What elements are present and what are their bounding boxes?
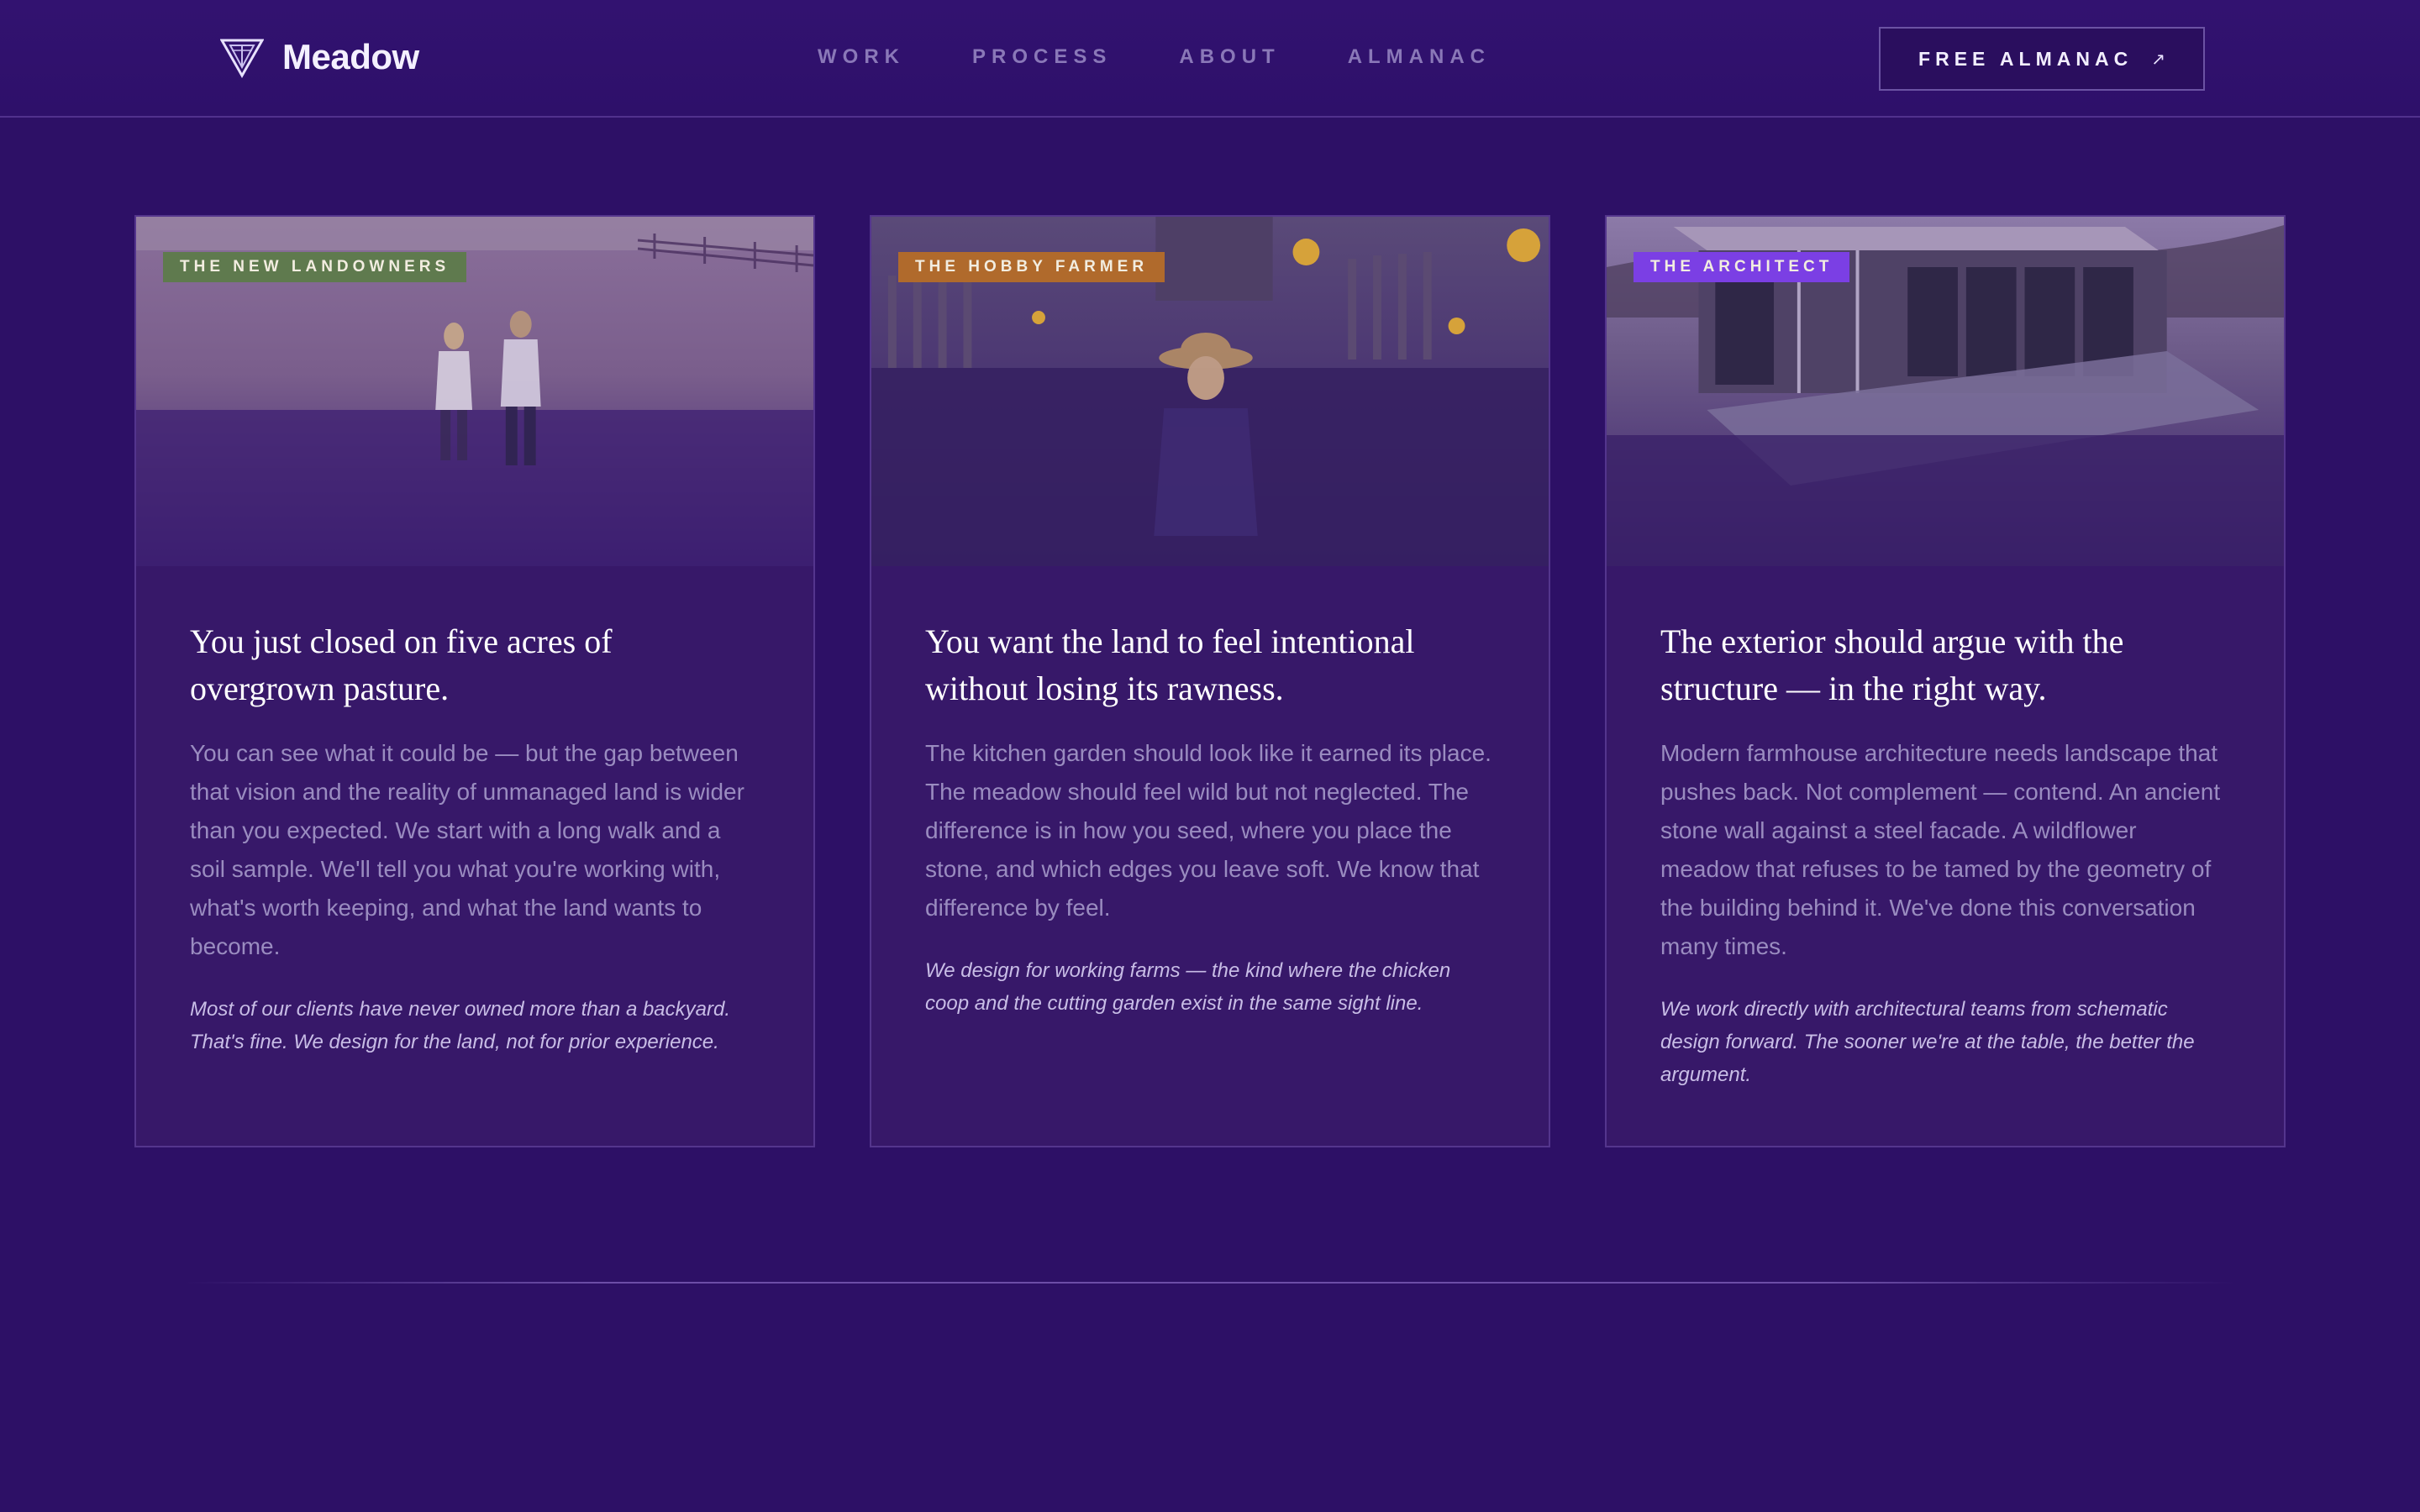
card-note: Most of our clients have never owned mor… [190, 998, 731, 1053]
free-almanac-button[interactable]: FREE ALMANAC ↗ [1879, 27, 2205, 91]
gardener-photo: THE HOBBY FARMER [871, 217, 1549, 566]
persona-badge: THE ARCHITECT [1634, 252, 1850, 282]
arrow-up-right-icon: ↗ [2151, 50, 2165, 69]
nav-item-process[interactable]: PROCESS [972, 45, 1112, 69]
card-note: We design for working farms — the kind w… [925, 959, 1451, 1015]
persona-card-architect: THE ARCHITECT The exterior should argue … [1605, 215, 2286, 1147]
couple-in-field-photo: THE NEW LANDOWNERS [136, 217, 813, 566]
modern-farmhouse-photo: THE ARCHITECT [1607, 217, 2284, 566]
card-body: The exterior should argue with the struc… [1607, 566, 2284, 1091]
card-body: You want the land to feel intentional wi… [871, 566, 1549, 1020]
main-nav: WORK PROCESS ABOUT ALMANAC [818, 45, 1491, 69]
nav-item-work[interactable]: WORK [818, 45, 905, 69]
free-almanac-label: FREE ALMANAC [1918, 47, 2133, 70]
card-description: Modern farmhouse architecture needs land… [1660, 740, 2221, 959]
card-description: The kitchen garden should look like it e… [925, 740, 1491, 921]
card-description: You can see what it could be — but the g… [190, 740, 744, 959]
persona-badge: THE HOBBY FARMER [898, 252, 1165, 282]
persona-badge: THE NEW LANDOWNERS [163, 252, 467, 282]
nav-item-almanac[interactable]: ALMANAC [1348, 45, 1491, 69]
section-divider [185, 1282, 2235, 1284]
card-title: The exterior should argue with the struc… [1660, 622, 2124, 707]
card-note: We work directly with architectural team… [1660, 998, 2195, 1086]
triangle-logo-icon [220, 39, 264, 79]
card-title: You want the land to feel intentional wi… [925, 622, 1415, 707]
brand-name: Meadow [282, 37, 419, 76]
brand-logo-link[interactable]: Meadow [220, 35, 419, 79]
persona-card-hobby-farmer: THE HOBBY FARMER You want the land to fe… [870, 215, 1550, 1147]
site-header: Meadow WORK PROCESS ABOUT ALMANAC FREE A… [0, 0, 2420, 118]
nav-item-about[interactable]: ABOUT [1179, 45, 1280, 69]
card-title: You just closed on five acres of overgro… [190, 622, 613, 707]
card-body: You just closed on five acres of overgro… [136, 566, 813, 1058]
persona-card-new-landowners: THE NEW LANDOWNERS You just closed on fi… [134, 215, 815, 1147]
